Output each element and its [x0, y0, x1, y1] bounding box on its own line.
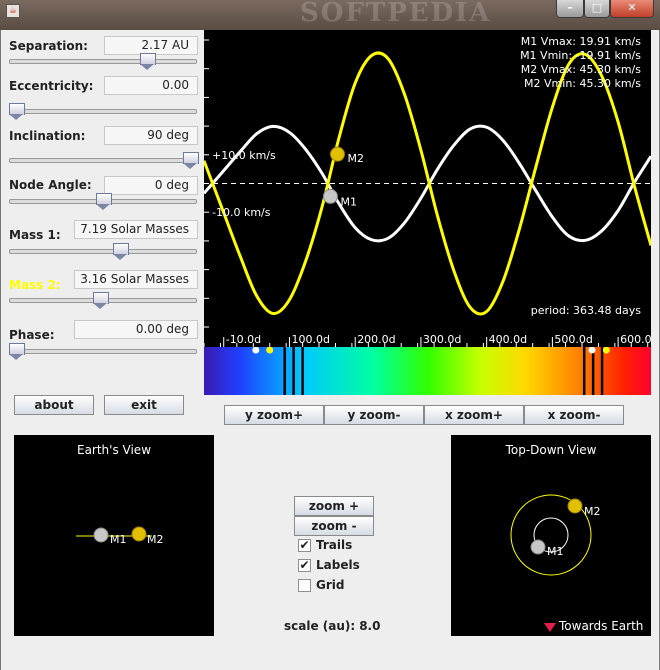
- client-area: Separation: 2.17 AU Eccentricity: 0.00 I…: [0, 30, 660, 670]
- x-tick-label: 300.0d: [423, 333, 461, 346]
- separation-slider[interactable]: [9, 53, 197, 71]
- towards-earth-label: Towards Earth: [558, 619, 643, 633]
- slider-thumb[interactable]: [139, 53, 156, 70]
- top-down-view-title: Top-Down View: [505, 443, 597, 457]
- y-zoom-in-button[interactable]: y zoom+: [224, 405, 324, 425]
- inclination-label: Inclination:: [9, 129, 86, 143]
- separation-label: Separation:: [9, 39, 88, 53]
- m1-marker-label: M1: [340, 195, 357, 208]
- eccentricity-label: Eccentricity:: [9, 79, 94, 93]
- earths-view-title: Earth's View: [77, 443, 151, 457]
- top-down-view-panel: Top-Down View M2 M1 Towards Earth: [451, 435, 651, 636]
- y-ref-label: +10.0 km/s: [212, 149, 276, 162]
- m1-label: M1: [547, 545, 564, 558]
- phase-label: Phase:: [9, 328, 55, 342]
- velocity-stat: M2 Vmin: 45.30 km/s: [524, 77, 641, 90]
- inclination-slider[interactable]: [9, 152, 199, 170]
- slider-thumb[interactable]: [9, 343, 25, 360]
- spectral-line: [600, 347, 604, 395]
- eccentricity-slider[interactable]: [9, 103, 197, 121]
- radial-velocity-plot: -10.0d 100.0d 200.0d 300.0d 400.0d 500.0d 600.…: [204, 30, 651, 347]
- java-app-icon: ☕: [6, 4, 20, 18]
- inclination-value: 90 deg: [104, 126, 198, 145]
- m1-label: M1: [110, 533, 127, 546]
- earths-view-panel: Earth's View M1 M2: [14, 435, 214, 636]
- slider-thumb[interactable]: [92, 292, 109, 309]
- mass1-slider[interactable]: [9, 243, 197, 261]
- scale-readout: scale (au): 8.0: [284, 619, 380, 633]
- m2-marker-label: M2: [347, 152, 364, 165]
- mass1-value: 7.19 Solar Masses: [74, 220, 198, 239]
- labels-label: Labels: [316, 558, 360, 572]
- y-ref-label: -10.0 km/s: [212, 206, 271, 219]
- m2-label: M2: [147, 533, 164, 546]
- node-angle-slider[interactable]: [9, 193, 197, 211]
- grid-label: Grid: [316, 578, 345, 592]
- eccentricity-value: 0.00: [104, 76, 198, 95]
- zoom-out-button[interactable]: zoom -: [294, 516, 374, 536]
- spectral-line: [591, 347, 595, 395]
- slider-thumb[interactable]: [183, 152, 199, 169]
- x-zoom-out-button[interactable]: x zoom-: [524, 405, 624, 425]
- x-zoom-in-button[interactable]: x zoom+: [424, 405, 524, 425]
- slider-track: [9, 249, 197, 254]
- slider-thumb[interactable]: [113, 243, 130, 260]
- slider-thumb[interactable]: [96, 193, 112, 210]
- velocity-stat: M1 Vmax: 19.91 km/s: [521, 35, 641, 48]
- about-button[interactable]: about: [14, 395, 94, 415]
- exit-button[interactable]: exit: [104, 395, 184, 415]
- y-zoom-out-button[interactable]: y zoom-: [324, 405, 424, 425]
- x-tick-label: -10.0d: [226, 333, 261, 346]
- period-label: period: 363.48 days: [531, 304, 641, 317]
- title-bar[interactable]: ☕ SOFTPEDIA – □ ✕: [0, 0, 660, 30]
- trails-label: Trails: [316, 538, 353, 552]
- phase-value: 0.00 deg: [74, 320, 198, 339]
- spectral-line: [292, 347, 295, 395]
- mass2-label: Mass 2:: [9, 278, 61, 292]
- velocity-stat: M2 Vmax: 45.30 km/s: [521, 63, 641, 76]
- mass1-label: Mass 1:: [9, 228, 61, 242]
- x-tick-label: 100.0d: [291, 333, 329, 346]
- maximize-button[interactable]: □: [584, 0, 610, 18]
- m2-marker-icon: [329, 146, 345, 162]
- spectrum-bar: [204, 347, 651, 395]
- x-tick-label: 200.0d: [357, 333, 395, 346]
- m1-star-icon: [530, 539, 546, 555]
- x-tick-label: 400.0d: [489, 333, 527, 346]
- checkbox-box[interactable]: ✔: [298, 539, 311, 552]
- spectral-line: [301, 347, 304, 395]
- m2-star-icon: [567, 498, 583, 514]
- slider-track: [9, 349, 197, 354]
- mass2-slider[interactable]: [9, 292, 197, 310]
- x-tick-label: 500.0d: [554, 333, 592, 346]
- m2-star-icon: [131, 526, 147, 542]
- watermark: SOFTPEDIA: [300, 0, 492, 28]
- checkbox-box[interactable]: [298, 579, 311, 592]
- phase-slider[interactable]: [9, 343, 197, 361]
- m1-marker-icon: [322, 188, 338, 204]
- checkbox-box[interactable]: ✔: [298, 559, 311, 572]
- towards-earth-arrow-icon: [544, 623, 556, 632]
- scale-label: scale (au):: [284, 619, 356, 633]
- x-tick-label: 600.0d: [620, 333, 651, 346]
- spectral-line: [283, 347, 286, 395]
- close-button[interactable]: ✕: [610, 0, 654, 18]
- spectral-line: [582, 347, 586, 395]
- node-angle-label: Node Angle:: [9, 178, 92, 192]
- zoom-in-button[interactable]: zoom +: [294, 496, 374, 516]
- application-window: ☕ SOFTPEDIA – □ ✕ Separation: 2.17 AU Ec…: [0, 0, 660, 670]
- slider-track: [9, 158, 197, 163]
- slider-track: [9, 109, 197, 114]
- slider-track: [9, 59, 197, 64]
- mass2-value: 3.16 Solar Masses: [74, 270, 198, 289]
- velocity-stat: M1 Vmin: -19.91 km/s: [520, 49, 641, 62]
- m1-star-icon: [93, 527, 109, 543]
- scale-value: 8.0: [359, 619, 381, 633]
- slider-thumb[interactable]: [9, 103, 25, 120]
- minimize-button[interactable]: –: [556, 0, 584, 18]
- m2-label: M2: [584, 505, 601, 518]
